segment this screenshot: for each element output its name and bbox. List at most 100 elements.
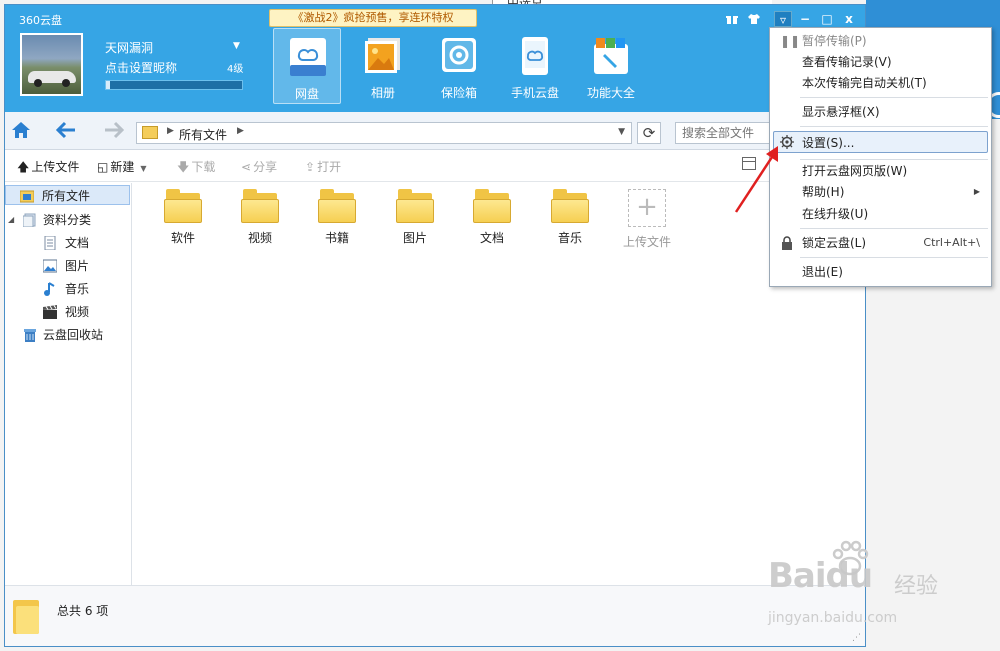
chevron-down-icon[interactable]: ▼ bbox=[140, 164, 146, 173]
sidebar-item-label: 资料分类 bbox=[43, 213, 92, 227]
tab-safe-box[interactable]: 保险箱 bbox=[425, 28, 493, 104]
close-button[interactable]: x bbox=[840, 11, 858, 27]
menu-item-label: 锁定云盘(L) bbox=[802, 236, 867, 250]
expand-triangle-icon[interactable]: ◢ bbox=[8, 210, 14, 230]
tab-toolbox[interactable]: 功能大全 bbox=[577, 28, 645, 104]
sidebar-item-recycle-bin[interactable]: 云盘回收站 bbox=[5, 325, 130, 345]
folder-icon bbox=[164, 189, 202, 223]
path-field[interactable]: ▶ 所有文件 ▶ ▼ bbox=[136, 122, 632, 144]
sidebar-item-all-files[interactable]: 所有文件 bbox=[5, 185, 130, 205]
folder-label: 书籍 bbox=[324, 231, 349, 245]
folder-icon bbox=[13, 600, 39, 634]
sidebar-item-docs[interactable]: 文档 bbox=[5, 233, 130, 253]
folder-icon bbox=[20, 190, 34, 203]
new-button[interactable]: ◱ 新建 ▼ bbox=[97, 158, 147, 175]
folder-item[interactable]: 文档 bbox=[459, 189, 525, 246]
menu-item-web-version[interactable]: 打开云盘网页版(W) bbox=[771, 160, 990, 182]
menu-item-float-window[interactable]: 显示悬浮框(X) bbox=[771, 101, 990, 123]
download-arrow-icon: 🡇 bbox=[177, 160, 190, 174]
tab-mobile-cloud[interactable]: 手机云盘 bbox=[501, 28, 569, 104]
sidebar-item-categories[interactable]: ◢ 资料分类 bbox=[5, 210, 130, 230]
folder-item[interactable]: 书籍 bbox=[304, 189, 370, 246]
tab-label: 网盘 bbox=[294, 87, 319, 101]
tab-label: 相册 bbox=[370, 86, 395, 100]
image-icon bbox=[43, 259, 57, 273]
open-icon: ⇪ bbox=[305, 160, 316, 174]
menu-item-label: 退出(E) bbox=[802, 265, 843, 279]
avatar[interactable] bbox=[20, 33, 83, 96]
folder-item[interactable]: 图片 bbox=[382, 189, 448, 246]
folder-icon bbox=[241, 189, 279, 223]
toolbox-icon bbox=[594, 38, 628, 74]
user-name[interactable]: 天网漏洞 bbox=[105, 39, 153, 56]
promo-banner[interactable]: 《激战2》疯抢预售，享连环特权 bbox=[269, 9, 477, 27]
minimize-button[interactable]: − bbox=[796, 11, 814, 27]
menu-item-label: 本次传输完自动关机(T) bbox=[802, 76, 927, 90]
maximize-button[interactable]: □ bbox=[818, 11, 836, 27]
menu-item-upgrade[interactable]: 在线升级(U) bbox=[771, 203, 990, 225]
sidebar-item-label: 所有文件 bbox=[42, 189, 91, 203]
quota-fill bbox=[106, 81, 111, 89]
app-header: 360云盘 《激战2》疯抢预售，享连环特权 ▿ − □ x 天网漏洞 ▼ 点击设… bbox=[5, 5, 865, 112]
folder-icon bbox=[551, 189, 589, 223]
share-button[interactable]: ⋖ 分享 bbox=[241, 158, 277, 175]
menu-separator bbox=[800, 228, 988, 229]
open-button[interactable]: ⇪ 打开 bbox=[305, 158, 341, 175]
share-icon: ⋖ bbox=[241, 160, 252, 174]
tab-label: 手机云盘 bbox=[510, 86, 559, 100]
folder-label: 图片 bbox=[402, 231, 427, 245]
tab-label: 功能大全 bbox=[586, 86, 635, 100]
sidebar-item-label: 视频 bbox=[65, 305, 90, 319]
menu-item-auto-shutdown[interactable]: 本次传输完自动关机(T) bbox=[771, 72, 990, 94]
set-nickname-link[interactable]: 点击设置昵称 bbox=[105, 59, 177, 76]
cloud-drive-icon bbox=[290, 38, 326, 76]
annotation-arrow-icon bbox=[734, 146, 778, 213]
tab-photo-album[interactable]: 相册 bbox=[349, 28, 417, 104]
folder-label: 软件 bbox=[170, 231, 195, 245]
main-menu-button[interactable]: ▿ bbox=[774, 11, 792, 27]
user-caret-icon[interactable]: ▼ bbox=[233, 41, 240, 51]
gift-icon[interactable] bbox=[723, 11, 741, 27]
music-note-icon bbox=[44, 282, 55, 296]
menu-item-history[interactable]: 查看传输记录(V) bbox=[771, 51, 990, 73]
document-icon bbox=[44, 236, 56, 250]
menu-item-pause[interactable]: ❚❚ 暂停传输(P) bbox=[771, 30, 990, 52]
skin-icon[interactable] bbox=[745, 11, 763, 27]
folder-icon bbox=[142, 126, 158, 139]
breadcrumb-arrow-icon[interactable]: ▶ bbox=[237, 126, 244, 136]
user-level: 4级 bbox=[227, 64, 244, 75]
app-title: 360云盘 bbox=[19, 14, 62, 27]
menu-item-help[interactable]: 帮助(H) ▶ bbox=[771, 181, 990, 203]
safe-icon bbox=[442, 38, 476, 72]
chevron-down-icon[interactable]: ▼ bbox=[618, 127, 625, 137]
sidebar-item-music[interactable]: 音乐 bbox=[5, 279, 130, 299]
menu-item-label: 设置(S)... bbox=[802, 136, 855, 150]
cloud-drive-window: 360云盘 《激战2》疯抢预售，享连环特权 ▿ − □ x 天网漏洞 ▼ 点击设… bbox=[4, 4, 866, 647]
upload-button[interactable]: 🡅 上传文件 bbox=[17, 158, 79, 179]
sidebar-item-images[interactable]: 图片 bbox=[5, 256, 130, 276]
folder-item[interactable]: 音乐 bbox=[537, 189, 603, 246]
sidebar-item-label: 文档 bbox=[65, 236, 90, 250]
folder-item[interactable]: 视频 bbox=[227, 189, 293, 246]
folder-icon bbox=[473, 189, 511, 223]
download-button[interactable]: 🡇 下载 bbox=[177, 158, 215, 179]
forward-arrow-icon[interactable] bbox=[103, 120, 125, 143]
upload-tile[interactable]: + 上传文件 bbox=[617, 189, 677, 250]
quota-bar bbox=[105, 80, 243, 90]
home-icon[interactable] bbox=[11, 120, 31, 143]
open-label: 打开 bbox=[317, 160, 342, 174]
sidebar-item-video[interactable]: 视频 bbox=[5, 302, 130, 322]
folder-label: 视频 bbox=[247, 231, 272, 245]
menu-item-label: 查看传输记录(V) bbox=[802, 55, 892, 69]
menu-item-label: 显示悬浮框(X) bbox=[802, 105, 880, 119]
watermark-url: jingyan.baidu.com bbox=[768, 610, 898, 626]
menu-item-exit[interactable]: 退出(E) bbox=[771, 261, 990, 283]
refresh-button[interactable]: ⟳ bbox=[637, 122, 661, 144]
breadcrumb[interactable]: 所有文件 bbox=[179, 126, 227, 143]
tab-cloud-drive[interactable]: 网盘 bbox=[273, 28, 341, 104]
folder-item[interactable]: 软件 bbox=[150, 189, 216, 246]
menu-item-settings[interactable]: 设置(S)... bbox=[773, 131, 988, 153]
menu-item-lock[interactable]: 锁定云盘(L) Ctrl+Alt+\ bbox=[771, 232, 990, 254]
back-arrow-icon[interactable] bbox=[55, 120, 77, 143]
clapperboard-icon bbox=[43, 305, 57, 319]
